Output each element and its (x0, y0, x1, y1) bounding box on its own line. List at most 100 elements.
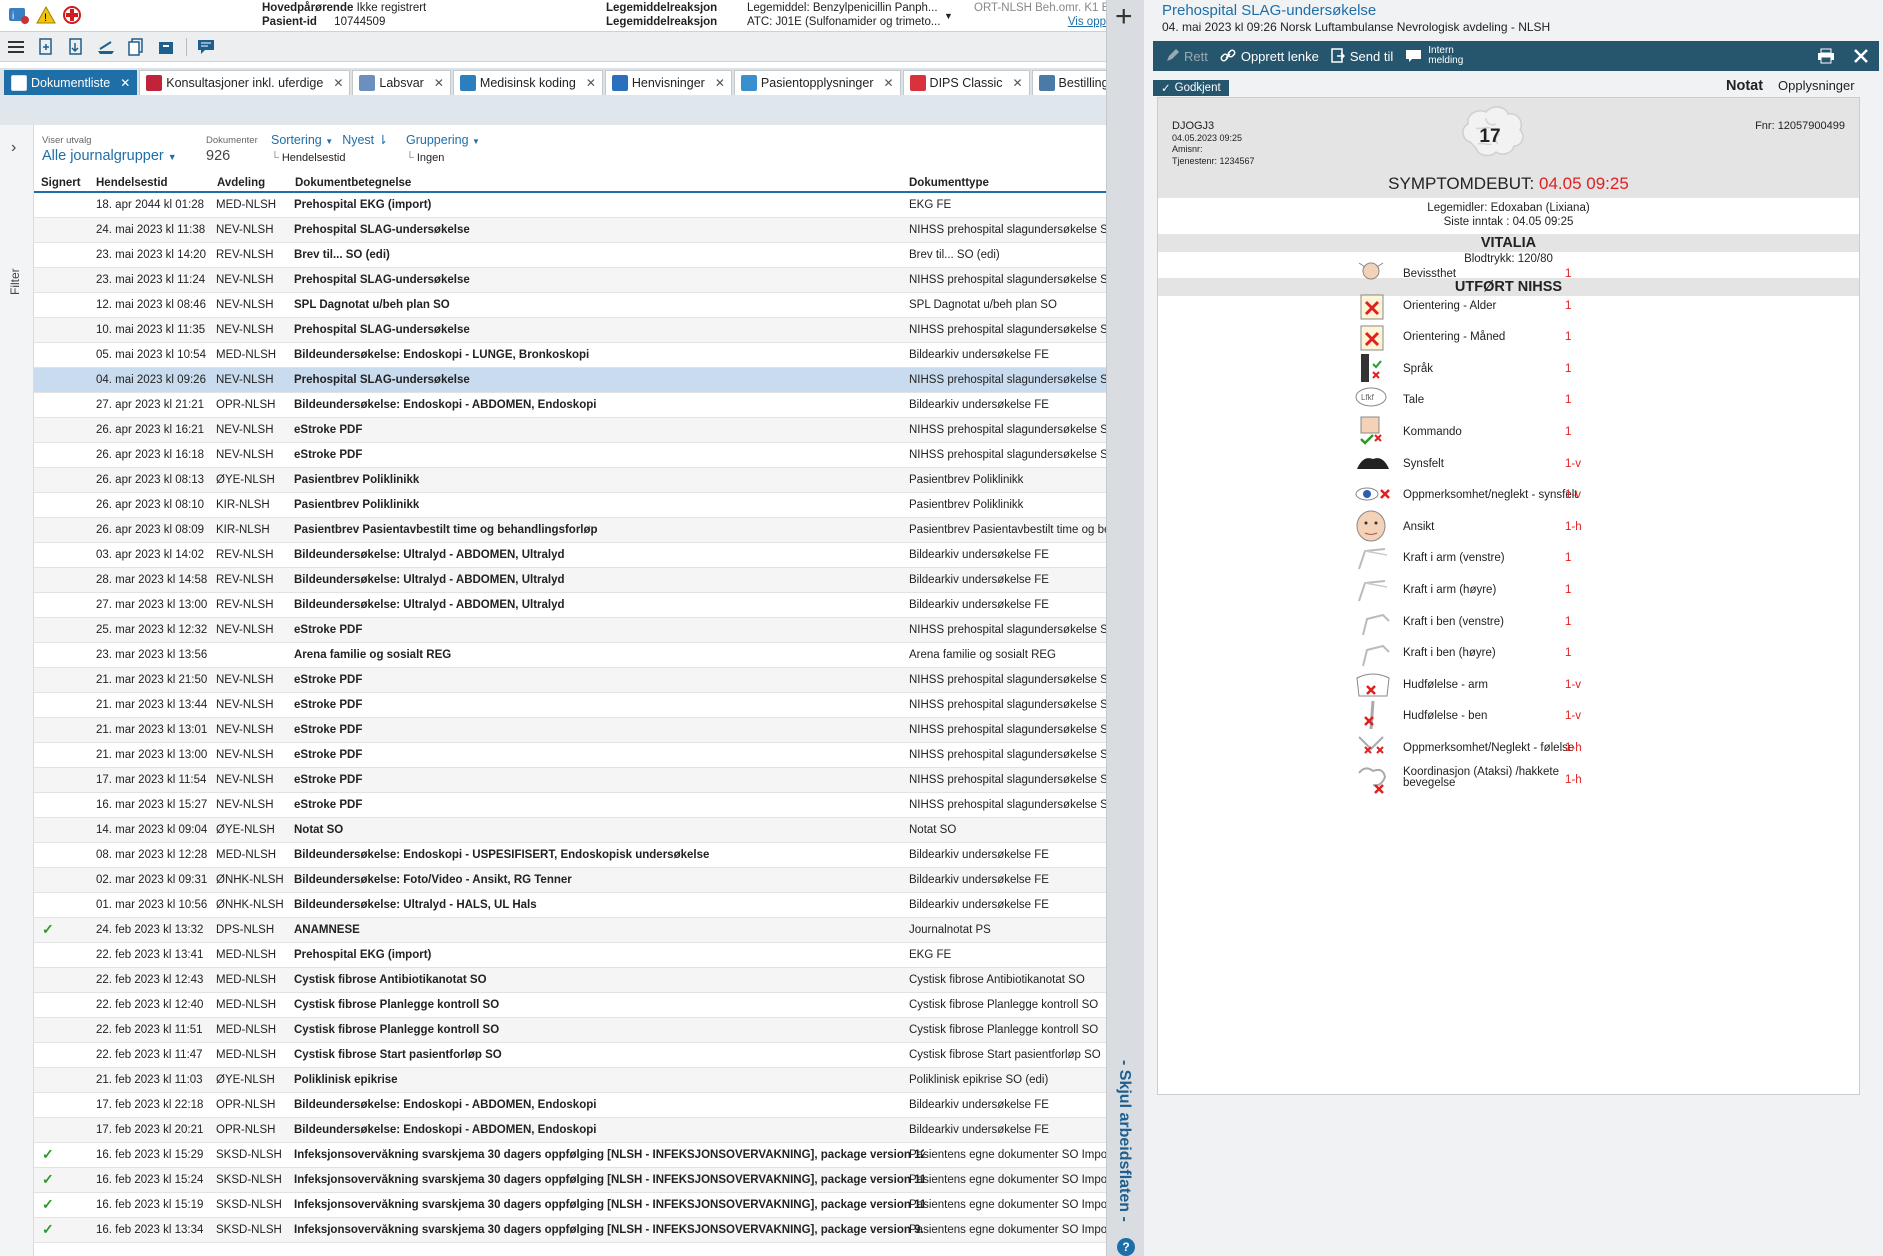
table-row[interactable]: 08. mar 2023 kl 12:28 MED-NLSH Bildeunders… (34, 843, 1106, 868)
table-row[interactable]: 27. mar 2023 kl 13:00 REV-NLSH Bildeunders… (34, 593, 1106, 618)
table-row[interactable]: 28. mar 2023 kl 14:58 REV-NLSH Bildeunders… (34, 568, 1106, 593)
table-row[interactable]: 22. feb 2023 kl 13:41 MED-NLSH Prehospital… (34, 943, 1106, 968)
filter-panel[interactable]: › Filter (0, 125, 34, 1256)
table-row[interactable]: ✓ 16. feb 2023 kl 15:29 SKSD-NLSH Infeksjon… (34, 1143, 1106, 1168)
table-row[interactable]: 05. mai 2023 kl 10:54 MED-NLSH Bildeunders… (34, 343, 1106, 368)
journal-group-dropdown[interactable]: Alle journalgrupper ▼ (42, 149, 177, 164)
sort-newest-toggle[interactable]: Nyest ⇂ (342, 133, 388, 147)
table-row[interactable]: 21. feb 2023 kl 11:03 ØYE-NLSH Poliklinisk… (34, 1068, 1106, 1093)
sort-dropdown[interactable]: Sortering ▼ (271, 133, 333, 147)
close-icon[interactable] (1853, 48, 1869, 64)
table-row[interactable]: 17. feb 2023 kl 22:18 OPR-NLSH Bildeunders… (34, 1093, 1106, 1118)
warning-icon[interactable]: ! (36, 5, 56, 25)
show-more-link[interactable]: Vis opp (974, 15, 1106, 29)
message-icon[interactable] (197, 38, 217, 56)
close-icon[interactable]: ✕ (120, 76, 130, 90)
table-row[interactable]: 16. mar 2023 kl 15:27 NEV-NLSH eStroke PDF… (34, 793, 1106, 818)
table-row[interactable]: 22. feb 2023 kl 12:40 MED-NLSH Cystisk fib… (34, 993, 1106, 1018)
table-row[interactable]: 25. mar 2023 kl 12:32 NEV-NLSH eStroke PDF… (34, 618, 1106, 643)
table-row[interactable]: 23. mai 2023 kl 14:20 REV-NLSH Brev til...… (34, 243, 1106, 268)
table-row[interactable]: 21. mar 2023 kl 13:01 NEV-NLSH eStroke PDF… (34, 718, 1106, 743)
tab-notat[interactable]: Notat (1726, 78, 1763, 94)
table-row[interactable]: 21. mar 2023 kl 13:00 NEV-NLSH eStroke PDF… (34, 743, 1106, 768)
col-signed[interactable]: Signert (41, 177, 81, 189)
add-icon[interactable]: + (1115, 2, 1133, 32)
close-icon[interactable]: ✕ (333, 76, 343, 90)
chevron-right-icon[interactable]: › (11, 139, 16, 157)
close-icon[interactable]: ✕ (883, 76, 893, 90)
tab-5[interactable]: Pasientopplysninger ✕ (733, 70, 901, 95)
tab-3[interactable]: Medisinsk koding ✕ (452, 70, 603, 95)
close-icon[interactable]: ✕ (586, 76, 596, 90)
department-cell: SKSD-NLSH (216, 1149, 282, 1161)
event-time-cell: 01. mar 2023 kl 10:56 (96, 899, 208, 911)
col-department[interactable]: Avdeling (217, 177, 265, 189)
close-icon[interactable]: ✕ (434, 76, 444, 90)
tab-0[interactable]: Dokumentliste ✕ (4, 70, 138, 95)
reaction-values[interactable]: Legemiddel: Benzylpenicillin Panph... AT… (747, 1, 947, 29)
table-row[interactable]: 22. feb 2023 kl 12:43 MED-NLSH Cystisk fib… (34, 968, 1106, 993)
document-title-cell: eStroke PDF (294, 674, 363, 686)
table-row[interactable]: 23. mai 2023 kl 11:24 NEV-NLSH Prehospital… (34, 268, 1106, 293)
table-row[interactable]: 12. mai 2023 kl 08:46 NEV-NLSH SPL Dagnota… (34, 293, 1106, 318)
table-row[interactable]: 26. apr 2023 kl 08:10 KIR-NLSH Pasientbrev… (34, 493, 1106, 518)
table-row[interactable]: 26. apr 2023 kl 16:21 NEV-NLSH eStroke PDF… (34, 418, 1106, 443)
col-document-type[interactable]: Dokumenttype (909, 177, 989, 189)
table-row[interactable]: 22. feb 2023 kl 11:51 MED-NLSH Cystisk fib… (34, 1018, 1106, 1043)
table-row[interactable]: 27. apr 2023 kl 21:21 OPR-NLSH Bildeunders… (34, 393, 1106, 418)
tab-1[interactable]: Konsultasjoner inkl. uferdige ✕ (139, 70, 351, 95)
table-row[interactable]: 26. apr 2023 kl 08:09 KIR-NLSH Pasientbrev… (34, 518, 1106, 543)
grouping-dropdown[interactable]: Gruppering ▼ (406, 133, 480, 149)
print-icon[interactable] (1817, 48, 1835, 64)
correct-button[interactable]: Rett (1165, 49, 1208, 64)
tab-7[interactable]: Bestilling✕ (1031, 70, 1106, 95)
copy-document-icon[interactable] (126, 37, 146, 56)
col-document-title[interactable]: Dokumentbetegnelse (295, 177, 411, 189)
create-link-button[interactable]: Opprett lenke (1220, 49, 1319, 64)
table-row[interactable]: 14. mar 2023 kl 09:04 ØYE-NLSH Notat SO Not… (34, 818, 1106, 843)
table-row[interactable]: ✓ 16. feb 2023 kl 13:34 SKSD-NLSH Infeksjon… (34, 1218, 1106, 1243)
patient-card-icon[interactable]: i (8, 5, 30, 25)
table-row[interactable]: 02. mar 2023 kl 09:31 ØNHK-NLSH Bildeunder… (34, 868, 1106, 893)
table-row[interactable]: 17. feb 2023 kl 20:21 OPR-NLSH Bildeunders… (34, 1118, 1106, 1143)
table-row[interactable]: 21. mar 2023 kl 13:44 NEV-NLSH eStroke PDF… (34, 693, 1106, 718)
medical-cross-icon[interactable] (62, 5, 82, 25)
table-row[interactable]: ✓ 16. feb 2023 kl 15:19 SKSD-NLSH Infeksjon… (34, 1193, 1106, 1218)
close-icon[interactable]: ✕ (1012, 76, 1022, 90)
table-row[interactable]: 10. mai 2023 kl 11:35 NEV-NLSH Prehospital… (34, 318, 1106, 343)
chevron-down-icon[interactable]: ▼ (944, 9, 953, 23)
scanner-icon[interactable] (96, 38, 116, 56)
table-row[interactable]: ✓ 24. feb 2023 kl 13:32 DPS-NLSH ANAMNESE Jo… (34, 918, 1106, 943)
table-row[interactable]: 17. mar 2023 kl 11:54 NEV-NLSH eStroke PDF… (34, 768, 1106, 793)
table-row[interactable]: 21. mar 2023 kl 21:50 NEV-NLSH eStroke PDF… (34, 668, 1106, 693)
table-row[interactable]: 04. mai 2023 kl 09:26 NEV-NLSH Prehospital… (34, 368, 1106, 393)
archive-icon[interactable] (156, 38, 176, 56)
tab-opplysninger[interactable]: Opplysninger (1778, 78, 1855, 93)
import-document-icon[interactable] (66, 37, 86, 56)
menu-icon[interactable] (6, 38, 26, 56)
filter-label[interactable]: Filter (8, 268, 22, 295)
send-to-button[interactable]: Send til (1331, 48, 1393, 64)
tab-6[interactable]: DIPS Classic ✕ (902, 70, 1030, 95)
org-unit: ORT-NLSH Beh.omr. K1 Bo (974, 2, 1106, 14)
table-row[interactable]: 23. mar 2023 kl 13:56 Arena familie og so… (34, 643, 1106, 668)
table-row[interactable]: ✓ 16. feb 2023 kl 15:24 SKSD-NLSH Infeksjon… (34, 1168, 1106, 1193)
table-row[interactable]: 18. apr 2044 kl 01:28 MED-NLSH Prehospital… (34, 193, 1106, 218)
workspace-splitter[interactable]: + - Skjul arbeidsflaten - ? (1106, 0, 1144, 1256)
table-row[interactable]: 26. apr 2023 kl 16:18 NEV-NLSH eStroke PDF… (34, 443, 1106, 468)
table-row[interactable]: 01. mar 2023 kl 10:56 ØNHK-NLSH Bildeunder… (34, 893, 1106, 918)
table-row[interactable]: 22. feb 2023 kl 11:47 MED-NLSH Cystisk fib… (34, 1043, 1106, 1068)
tab-2[interactable]: Labsvar ✕ (352, 70, 451, 95)
close-icon[interactable]: ✕ (715, 76, 725, 90)
hide-workspace-toggle[interactable]: - Skjul arbeidsflaten - (1115, 1060, 1133, 1222)
table-row[interactable]: 26. apr 2023 kl 08:13 ØYE-NLSH Pasientbrev… (34, 468, 1106, 493)
document-type-cell: SPL Dagnotat u/beh plan SO (909, 299, 1057, 311)
new-document-icon[interactable] (36, 37, 56, 56)
internal-message-button[interactable]: Intern melding (1405, 46, 1463, 66)
col-event-time[interactable]: Hendelsestid (96, 177, 168, 189)
table-row[interactable]: 24. mai 2023 kl 11:38 NEV-NLSH Prehospital… (34, 218, 1106, 243)
table-row[interactable]: 03. apr 2023 kl 14:02 REV-NLSH Bildeunders… (34, 543, 1106, 568)
help-icon[interactable]: ? (1117, 1238, 1135, 1256)
tab-4[interactable]: Henvisninger ✕ (604, 70, 732, 95)
nihss-item-label: Ansikt (1403, 520, 1435, 533)
